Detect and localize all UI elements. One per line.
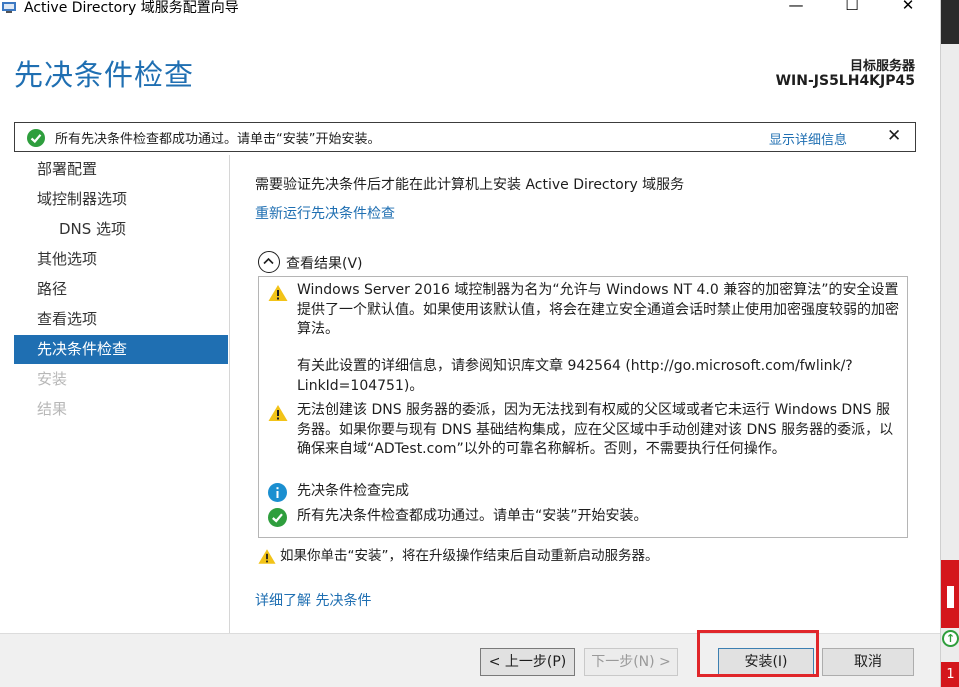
nav-item-prereq-check[interactable]: 先决条件检查 [14,335,228,364]
collapse-chevron-icon[interactable] [258,251,280,273]
window-title: Active Directory 域服务配置向导 [24,0,239,16]
target-server-label: 目标服务器 [849,59,915,74]
nav-item-other-options[interactable]: 其他选项 [14,245,228,274]
red-widget[interactable] [941,560,959,628]
nav-item-review[interactable]: 查看选项 [14,305,228,334]
target-server-name: WIN-JS5LH4KJP45 [775,73,915,89]
notification-close-icon[interactable]: ✕ [887,126,901,146]
success-check-icon [27,129,45,147]
dark-panel [941,0,959,44]
result-text: 所有先决条件检查都成功通过。请单击“安装”开始安装。 [297,508,648,524]
exclamation-bar-icon [947,586,954,608]
restart-warning-text: 如果你单击“安装”，将在升级操作结束后自动重新启动服务器。 [280,548,659,564]
learn-more-link[interactable]: 详细了解 先决条件 [255,590,371,610]
nav-item-dc-options[interactable]: 域控制器选项 [14,185,228,214]
up-arrow-icon[interactable]: ↑ [942,630,959,647]
info-icon [268,483,287,502]
server-manager-icon [2,2,16,13]
desktop-side-strip: ↑ 1 [940,0,959,687]
number-badge: 1 [941,662,959,687]
results-list: Windows Server 2016 域控制器为名为“允许与 Windows … [258,276,908,538]
warning-icon [268,405,288,421]
notification-text: 所有先决条件检查都成功通过。请单击“安装”开始安装。 [55,132,381,147]
wizard-nav: 部署配置 域控制器选项 DNS 选项 其他选项 路径 查看选项 先决条件检查 安… [14,155,230,633]
nav-item-install: 安装 [37,370,68,388]
nav-item-results: 结果 [37,400,68,418]
view-results-label: 查看结果(V) [286,256,363,272]
nav-item-dns-options[interactable]: DNS 选项 [14,215,228,244]
success-check-icon [268,508,287,527]
minimize-button[interactable]: — [776,0,816,18]
previous-button[interactable]: < 上一步(P) [480,648,575,676]
cancel-button[interactable]: 取消 [822,648,914,676]
next-button: 下一步(N) > [584,648,678,676]
result-text: 先决条件检查完成 [297,483,409,499]
page-title: 先决条件检查 [14,58,195,92]
rerun-check-link[interactable]: 重新运行先决条件检查 [255,203,395,223]
notification-bar: 所有先决条件检查都成功通过。请单击“安装”开始安装。 显示详细信息 ✕ [14,122,916,152]
nav-item-paths[interactable]: 路径 [14,275,228,304]
result-text: Windows Server 2016 域控制器为名为“允许与 Windows … [297,282,899,337]
title-bar: Active Directory 域服务配置向导 — ☐ ✕ [0,0,940,18]
close-window-button[interactable]: ✕ [888,0,928,18]
show-details-link[interactable]: 显示详细信息 [769,129,847,148]
nav-item-deployment[interactable]: 部署配置 [14,155,228,184]
maximize-button[interactable]: ☐ [832,0,872,18]
install-highlight-box [697,630,819,677]
intro-text: 需要验证先决条件后才能在此计算机上安装 Active Directory 域服务 [255,177,685,193]
warning-icon [258,549,276,564]
result-text: 无法创建该 DNS 服务器的委派，因为无法找到有权威的父区域或者它未运行 Win… [297,402,894,457]
warning-icon [268,285,288,301]
result-text: 有关此设置的详细信息，请参阅知识库文章 942564 (http://go.mi… [297,358,853,394]
